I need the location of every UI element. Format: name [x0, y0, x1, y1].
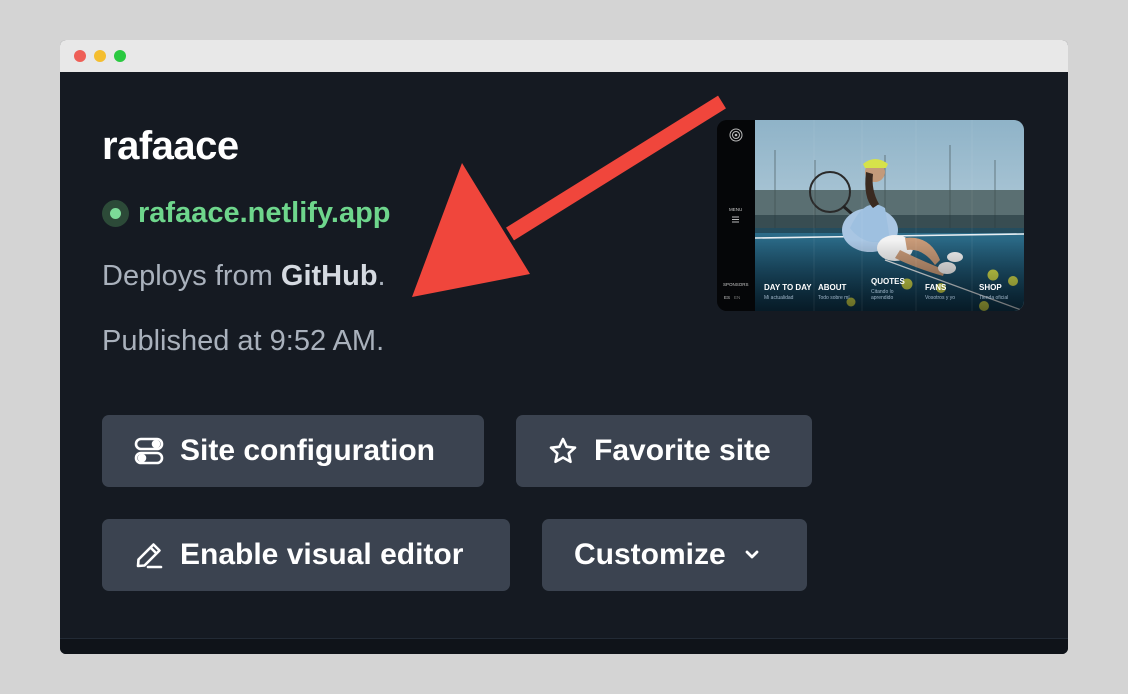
- preview-sidebar: MENU SPONSORS ES EN: [717, 120, 755, 311]
- preview-nav-fans-sub: Vosotros y yo: [925, 295, 956, 301]
- site-configuration-label: Site configuration: [180, 434, 435, 467]
- preview-sponsors-label: SPONSORS: [723, 282, 749, 287]
- deploy-prefix: Deploys from: [102, 260, 281, 292]
- favorite-site-button[interactable]: Favorite site: [516, 415, 812, 487]
- window-titlebar: [60, 40, 1068, 72]
- deploy-source-text: Deploys from GitHub.: [102, 260, 386, 293]
- preview-nav-fans: FANS: [925, 283, 947, 292]
- preview-nav-about-sub: Todo sobre mí: [818, 295, 850, 301]
- preview-nav-quotes-sub: Citando lo aprendido: [871, 289, 894, 301]
- preview-nav-day-to-day: DAY TO DAY: [764, 283, 812, 292]
- status-dot-icon: [102, 199, 129, 227]
- site-name-heading: rafaace: [102, 124, 239, 168]
- chevron-down-icon: [742, 545, 762, 565]
- minimize-window-button[interactable]: [94, 50, 106, 62]
- preview-nav-day-to-day-sub: Mi actualidad: [764, 295, 794, 301]
- preview-nav-about: ABOUT: [818, 283, 847, 292]
- published-time-text: Published at 9:52 AM.: [102, 325, 385, 357]
- pencil-icon: [134, 540, 164, 570]
- site-url-row: rafaace.netlify.app: [102, 197, 391, 229]
- customize-label: Customize: [574, 538, 726, 571]
- star-icon: [548, 436, 578, 466]
- close-window-button[interactable]: [74, 50, 86, 62]
- preview-logo-icon: [729, 128, 743, 142]
- toggles-icon: [134, 436, 164, 466]
- preview-lang-en: EN: [734, 295, 741, 300]
- browser-window: rafaace rafaace.netlify.app Deploys from…: [60, 40, 1068, 654]
- preview-hamburger-icon: [732, 216, 739, 223]
- site-url-link[interactable]: rafaace.netlify.app: [138, 197, 391, 230]
- enable-visual-editor-label: Enable visual editor: [180, 538, 464, 571]
- deploy-suffix: .: [377, 260, 386, 292]
- window-footer-strip: [60, 638, 1068, 654]
- preview-menu-label: MENU: [729, 207, 743, 212]
- site-preview-thumbnail[interactable]: MENU SPONSORS ES EN DAY TO DAY Mi actual…: [717, 120, 1024, 311]
- customize-dropdown-button[interactable]: Customize: [542, 519, 807, 591]
- enable-visual-editor-button[interactable]: Enable visual editor: [102, 519, 510, 591]
- preview-nav-shop: SHOP: [979, 283, 1002, 292]
- zoom-window-button[interactable]: [114, 50, 126, 62]
- favorite-site-label: Favorite site: [594, 434, 771, 467]
- site-configuration-button[interactable]: Site configuration: [102, 415, 484, 487]
- preview-lang-es: ES: [724, 295, 731, 300]
- preview-nav-quotes: QUOTES: [871, 277, 905, 286]
- site-overview-panel: rafaace rafaace.netlify.app Deploys from…: [60, 72, 1068, 638]
- preview-nav-shop-sub: Tienda oficial: [979, 295, 1009, 301]
- deploy-source-name: GitHub: [280, 260, 378, 292]
